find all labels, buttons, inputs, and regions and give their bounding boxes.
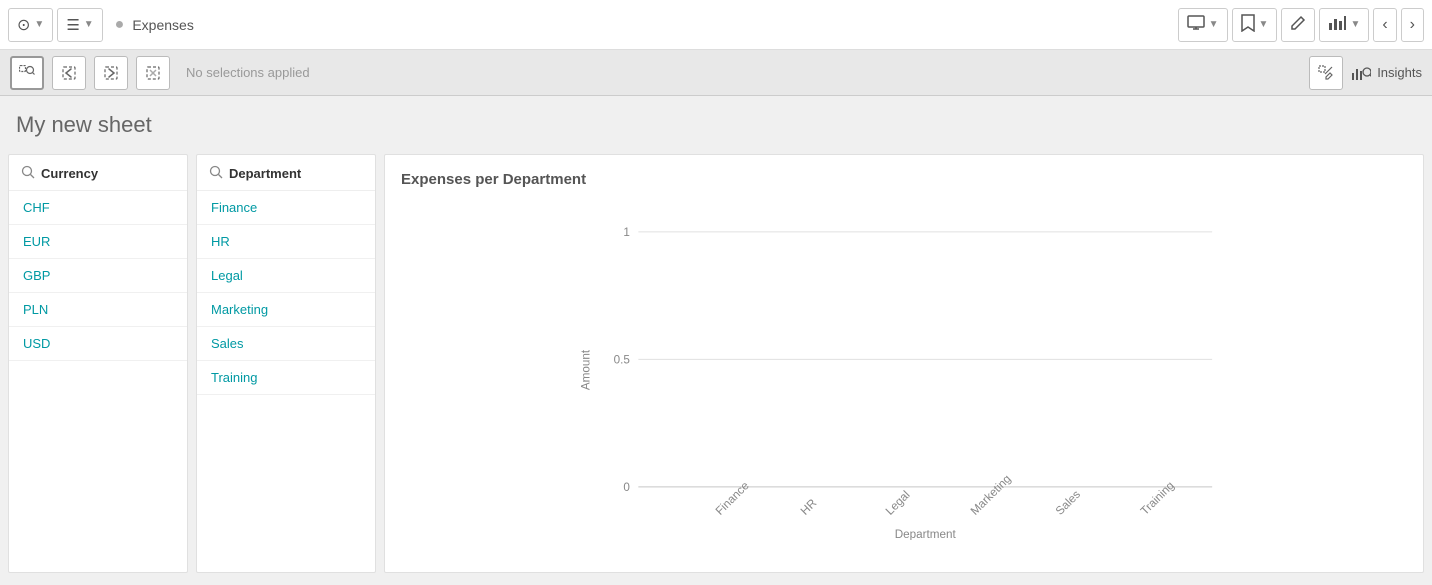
app-icon: ⊙ [17, 15, 30, 35]
list-item[interactable]: Sales [197, 327, 375, 361]
selection-mode-button[interactable] [1309, 56, 1343, 90]
clear-selections-button[interactable] [136, 56, 170, 90]
list-item[interactable]: Legal [197, 259, 375, 293]
chart-chevron-icon: ▼ [1350, 19, 1360, 30]
department-filter-panel: Department Finance HR Legal Marketing Sa… [196, 154, 376, 573]
list-menu-button[interactable]: ☰ ▼ [57, 8, 102, 42]
sheet-title: My new sheet [16, 112, 1416, 138]
bookmark-chevron-icon: ▼ [1259, 19, 1269, 30]
y-axis-label: Amount [580, 349, 593, 390]
back-button[interactable]: ‹ [1373, 8, 1396, 42]
svg-text:Legal: Legal [883, 488, 912, 517]
department-filter-items: Finance HR Legal Marketing Sales Trainin… [197, 191, 375, 572]
svg-text:Finance: Finance [713, 479, 752, 518]
app-title-text: Expenses [132, 17, 193, 33]
bookmark-button[interactable]: ▼ [1232, 8, 1278, 42]
department-filter-header: Department [197, 155, 375, 191]
selection-bar: No selections applied Insights [0, 50, 1432, 96]
bookmark-icon [1241, 14, 1255, 35]
svg-text:Sales: Sales [1053, 488, 1083, 518]
list-item[interactable]: Finance [197, 191, 375, 225]
currency-filter-panel: Currency CHF EUR GBP PLN USD [8, 154, 188, 573]
toolbar-right: ▼ ▼ [1178, 8, 1424, 42]
list-menu-chevron-icon: ▼ [84, 19, 94, 30]
list-item[interactable]: CHF [9, 191, 187, 225]
department-search-icon [209, 165, 223, 182]
list-item[interactable]: Marketing [197, 293, 375, 327]
chart-svg: Amount 1 0.5 0 Finance HR Legal Marketin… [401, 200, 1407, 540]
forward-icon: › [1410, 16, 1415, 34]
selection-bar-left: No selections applied [10, 56, 310, 90]
list-item[interactable]: PLN [9, 293, 187, 327]
list-icon: ☰ [66, 16, 79, 34]
currency-filter-items: CHF EUR GBP PLN USD [9, 191, 187, 572]
selection-bar-right: Insights [1309, 56, 1422, 90]
chart-container: Amount 1 0.5 0 Finance HR Legal Marketin… [401, 200, 1407, 540]
currency-filter-header: Currency [9, 155, 187, 191]
svg-text:1: 1 [623, 226, 630, 239]
chart-title: Expenses per Department [401, 171, 1407, 188]
app-menu-chevron-icon: ▼ [34, 19, 44, 30]
toolbar-left: ⊙ ▼ ☰ ▼ ● Expenses [8, 8, 194, 42]
chart-icon [1328, 15, 1346, 34]
sheet-title-area: My new sheet [0, 96, 1432, 146]
edit-button[interactable] [1281, 8, 1315, 42]
forward-button[interactable]: › [1401, 8, 1424, 42]
smart-search-button[interactable] [10, 56, 44, 90]
display-icon [1187, 15, 1205, 34]
list-item[interactable]: EUR [9, 225, 187, 259]
forward-selections-button[interactable] [94, 56, 128, 90]
main-content: Currency CHF EUR GBP PLN USD Department … [0, 146, 1432, 581]
svg-text:HR: HR [798, 497, 819, 518]
insights-button[interactable]: Insights [1351, 65, 1422, 81]
currency-search-icon [21, 165, 35, 182]
pencil-icon [1290, 15, 1306, 34]
main-toolbar: ⊙ ▼ ☰ ▼ ● Expenses ▼ [0, 0, 1432, 50]
svg-text:0.5: 0.5 [614, 354, 630, 367]
back-selections-button[interactable] [52, 56, 86, 90]
app-title-area: ● Expenses [115, 16, 194, 34]
list-item[interactable]: USD [9, 327, 187, 361]
list-item[interactable]: Training [197, 361, 375, 395]
department-filter-title: Department [229, 166, 301, 181]
chart-type-button[interactable]: ▼ [1319, 8, 1369, 42]
chart-panel: Expenses per Department Amount 1 0.5 0 F… [384, 154, 1424, 573]
currency-filter-title: Currency [41, 166, 98, 181]
list-item[interactable]: HR [197, 225, 375, 259]
display-button[interactable]: ▼ [1178, 8, 1228, 42]
back-icon: ‹ [1382, 16, 1387, 34]
app-title-icon: ● [115, 16, 125, 34]
display-chevron-icon: ▼ [1209, 19, 1219, 30]
svg-text:0: 0 [623, 481, 630, 494]
svg-text:Training: Training [1138, 479, 1177, 518]
svg-text:Marketing: Marketing [968, 472, 1013, 517]
no-selections-text: No selections applied [186, 65, 310, 80]
insights-label: Insights [1377, 65, 1422, 80]
list-item[interactable]: GBP [9, 259, 187, 293]
svg-text:Department: Department [895, 528, 957, 540]
app-menu-button[interactable]: ⊙ ▼ [8, 8, 53, 42]
